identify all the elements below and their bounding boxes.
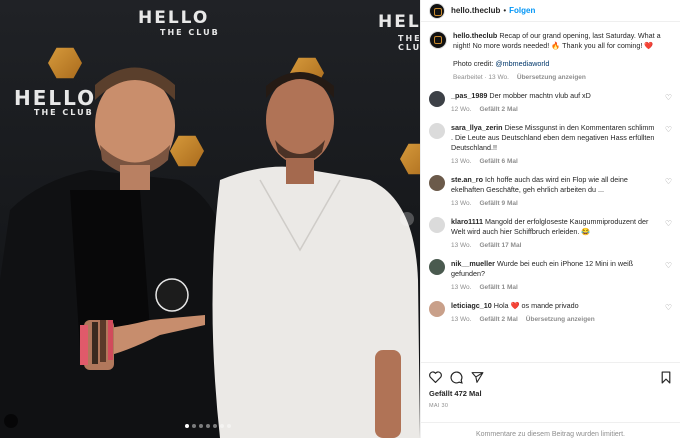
- comment-likes[interactable]: Gefällt 2 Mal: [479, 316, 517, 323]
- translate-button[interactable]: Übersetzung anzeigen: [526, 316, 595, 323]
- avatar[interactable]: [429, 91, 445, 107]
- carousel-dot: [220, 424, 224, 428]
- comment-row: ste.an_ro Ich hoffe auch das wird ein Fl…: [429, 175, 672, 207]
- avatar[interactable]: [429, 123, 445, 139]
- heart-icon[interactable]: [429, 371, 442, 383]
- comment-row: _pas_1989 Der mobber machtn vlub auf xD …: [429, 91, 672, 113]
- backdrop-logo-text: HELLO: [378, 12, 420, 32]
- comments-limited-notice: Kommentare zu diesem Beitrag wurden limi…: [421, 422, 680, 438]
- comment-row: nik__mueller Wurde bei euch ein iPhone 1…: [429, 259, 672, 291]
- credit-prefix: Photo credit:: [453, 59, 496, 68]
- comment-username[interactable]: klaro1111: [451, 217, 483, 226]
- comment-likes[interactable]: Gefällt 9 Mal: [479, 200, 517, 207]
- comment-age[interactable]: 13 Wo.: [451, 200, 471, 207]
- comment-username[interactable]: ste.an_ro: [451, 175, 483, 184]
- carousel-dot: [185, 424, 189, 428]
- comment-age[interactable]: 13 Wo.: [451, 284, 471, 291]
- user-tag-icon[interactable]: [4, 414, 18, 428]
- comment-icon[interactable]: [450, 370, 463, 384]
- follow-button[interactable]: Folgen: [509, 6, 535, 15]
- avatar[interactable]: [429, 259, 445, 275]
- post-side-panel: hello.theclub • Folgen hello.theclub Rec…: [420, 0, 680, 438]
- heart-icon[interactable]: ♡: [665, 303, 672, 312]
- comment-row: leticiagc_10 Hola ❤️ os mande privado 13…: [429, 301, 672, 323]
- backdrop-logo-text: HELLO: [138, 8, 210, 28]
- comment-likes[interactable]: Gefällt 2 Mal: [479, 106, 517, 113]
- comment-age[interactable]: 13 Wo.: [451, 316, 471, 323]
- carousel-dot: [206, 424, 210, 428]
- comments-list[interactable]: hello.theclub Recap of our grand opening…: [421, 23, 680, 360]
- comment-username[interactable]: _pas_1989: [451, 91, 487, 100]
- comment-row: klaro1111 Mangold der erfolgloseste Kaug…: [429, 217, 672, 249]
- comment-username[interactable]: sara_llya_zerin: [451, 123, 503, 132]
- credit-handle-link[interactable]: @mbmediaworld: [495, 59, 549, 68]
- heart-icon[interactable]: ♡: [665, 261, 672, 270]
- bookmark-icon[interactable]: [660, 370, 672, 384]
- comment-likes[interactable]: Gefällt 17 Mal: [479, 242, 521, 249]
- post-date[interactable]: MAI 30: [429, 403, 672, 409]
- translate-button[interactable]: Übersetzung anzeigen: [517, 74, 586, 81]
- comment-age[interactable]: 13 Wo.: [451, 242, 471, 249]
- comment-text: Hola ❤️ os mande privado: [493, 301, 579, 310]
- avatar[interactable]: [429, 2, 445, 19]
- avatar[interactable]: [429, 175, 445, 191]
- carousel-dot: [227, 424, 231, 428]
- header-username[interactable]: hello.theclub: [451, 6, 500, 15]
- avatar[interactable]: [429, 301, 445, 317]
- post-caption: hello.theclub Recap of our grand opening…: [429, 31, 672, 81]
- share-icon[interactable]: [471, 371, 484, 384]
- carousel-dot: [199, 424, 203, 428]
- heart-icon[interactable]: ♡: [665, 177, 672, 186]
- carousel-indicator: [185, 424, 231, 428]
- post-header: hello.theclub • Folgen: [421, 0, 680, 22]
- caption-username[interactable]: hello.theclub: [453, 31, 497, 40]
- carousel-dot: [213, 424, 217, 428]
- avatar[interactable]: [429, 217, 445, 233]
- next-photo-button[interactable]: [400, 212, 414, 226]
- comment-age[interactable]: 13 Wo.: [451, 158, 471, 165]
- comment-likes[interactable]: Gefällt 6 Mal: [479, 158, 517, 165]
- comment-likes[interactable]: Gefällt 1 Mal: [479, 284, 517, 291]
- action-bar: Gefällt 472 Mal MAI 30: [421, 362, 680, 413]
- comment-username[interactable]: nik__mueller: [451, 259, 495, 268]
- edited-label: Bearbeitet · 13 Wo.: [453, 74, 509, 81]
- heart-icon[interactable]: ♡: [665, 219, 672, 228]
- comment-text: Der mobber machtn vlub auf xD: [489, 91, 591, 100]
- heart-icon[interactable]: ♡: [665, 125, 672, 134]
- avatar[interactable]: [429, 31, 447, 49]
- header-separator: •: [503, 6, 507, 15]
- heart-icon[interactable]: ♡: [665, 93, 672, 102]
- person-right: [212, 72, 420, 438]
- carousel-dot: [192, 424, 196, 428]
- comment-row: sara_llya_zerin Diese Missgunst in den K…: [429, 123, 672, 165]
- comment-username[interactable]: leticiagc_10: [451, 301, 492, 310]
- comment-age[interactable]: 12 Wo.: [451, 106, 471, 113]
- likes-count[interactable]: Gefällt 472 Mal: [429, 389, 672, 398]
- post-photo[interactable]: HELLO THE CLUB HELLO THE CLUB HELLO THE …: [0, 0, 420, 438]
